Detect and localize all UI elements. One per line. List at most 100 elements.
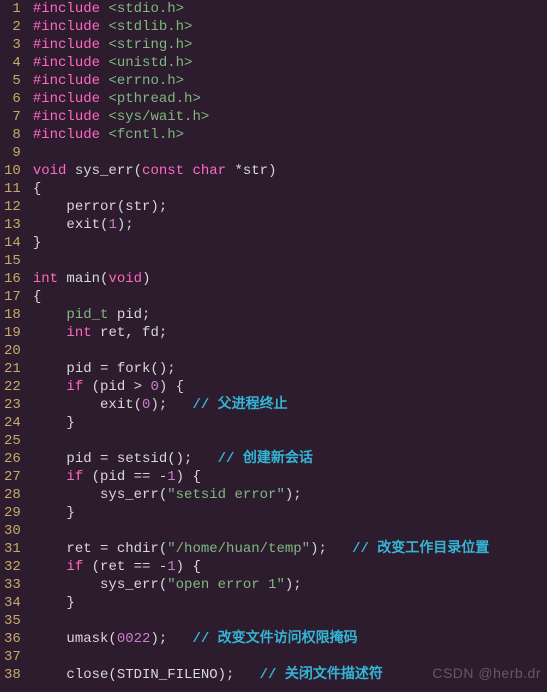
token: close(STDIN_FILENO);	[33, 667, 260, 683]
code-area[interactable]: #include <stdio.h>#include <stdlib.h>#in…	[27, 0, 547, 692]
token: sys_err(	[33, 577, 167, 593]
token: "setsid error"	[167, 487, 285, 503]
line-number: 32	[4, 558, 21, 576]
token: );	[117, 217, 134, 233]
token: (pid == -	[83, 469, 167, 485]
token: "/home/huan/temp"	[167, 541, 310, 557]
line-number: 4	[4, 54, 21, 72]
token: exit(	[33, 397, 142, 413]
token: // 改变工作目录位置	[352, 541, 489, 557]
token: <pthread.h>	[108, 91, 200, 107]
code-line[interactable]: if (pid > 0) {	[33, 378, 541, 396]
line-number: 2	[4, 18, 21, 36]
code-line[interactable]: pid = fork();	[33, 360, 541, 378]
line-number: 29	[4, 504, 21, 522]
token: pid = fork();	[33, 361, 176, 377]
line-number: 20	[4, 342, 21, 360]
line-number: 3	[4, 36, 21, 54]
code-line[interactable]: #include <errno.h>	[33, 72, 541, 90]
code-line[interactable]	[33, 144, 541, 162]
line-number: 5	[4, 72, 21, 90]
code-line[interactable]: perror(str);	[33, 198, 541, 216]
code-line[interactable]: exit(0); // 父进程终止	[33, 396, 541, 414]
code-line[interactable]: #include <sys/wait.h>	[33, 108, 541, 126]
code-line[interactable]: }	[33, 594, 541, 612]
token: )	[142, 271, 150, 287]
code-line[interactable]: #include <string.h>	[33, 36, 541, 54]
line-number: 34	[4, 594, 21, 612]
token: <errno.h>	[108, 73, 184, 89]
line-number: 21	[4, 360, 21, 378]
code-line[interactable]	[33, 432, 541, 450]
token: }	[33, 235, 41, 251]
token: #include	[33, 73, 109, 89]
token: 0	[150, 379, 158, 395]
token: *str)	[226, 163, 276, 179]
code-line[interactable]: #include <fcntl.h>	[33, 126, 541, 144]
token: <sys/wait.h>	[108, 109, 209, 125]
token: pid_t	[66, 307, 108, 323]
line-number: 12	[4, 198, 21, 216]
code-line[interactable]: #include <stdlib.h>	[33, 18, 541, 36]
code-line[interactable]: }	[33, 414, 541, 432]
code-line[interactable]: sys_err("open error 1");	[33, 576, 541, 594]
token: 1	[167, 469, 175, 485]
token: );	[150, 631, 192, 647]
code-editor[interactable]: 1234567891011121314151617181920212223242…	[0, 0, 547, 692]
code-line[interactable]	[33, 648, 541, 666]
code-line[interactable]: if (ret == -1) {	[33, 558, 541, 576]
code-line[interactable]: pid = setsid(); // 创建新会话	[33, 450, 541, 468]
line-number-gutter: 1234567891011121314151617181920212223242…	[0, 0, 27, 692]
code-line[interactable]: ret = chdir("/home/huan/temp"); // 改变工作目…	[33, 540, 541, 558]
code-line[interactable]: {	[33, 288, 541, 306]
code-line[interactable]: umask(0022); // 改变文件访问权限掩码	[33, 630, 541, 648]
code-line[interactable]	[33, 342, 541, 360]
token: {	[33, 289, 41, 305]
code-line[interactable]	[33, 612, 541, 630]
code-line[interactable]: #include <stdio.h>	[33, 0, 541, 18]
line-number: 7	[4, 108, 21, 126]
token: ) {	[176, 559, 201, 575]
token: main(	[58, 271, 108, 287]
code-line[interactable]: sys_err("setsid error");	[33, 486, 541, 504]
token: int	[66, 325, 91, 341]
token	[33, 379, 67, 395]
code-line[interactable]: }	[33, 234, 541, 252]
token: if	[66, 559, 83, 575]
line-number: 15	[4, 252, 21, 270]
token: 1	[167, 559, 175, 575]
line-number: 30	[4, 522, 21, 540]
token: ) {	[176, 469, 201, 485]
code-line[interactable]: void sys_err(const char *str)	[33, 162, 541, 180]
token: sys_err(	[33, 487, 167, 503]
code-line[interactable]	[33, 522, 541, 540]
code-line[interactable]: if (pid == -1) {	[33, 468, 541, 486]
code-line[interactable]: pid_t pid;	[33, 306, 541, 324]
code-line[interactable]: int main(void)	[33, 270, 541, 288]
line-number: 25	[4, 432, 21, 450]
line-number: 9	[4, 144, 21, 162]
code-line[interactable]: #include <pthread.h>	[33, 90, 541, 108]
code-line[interactable]	[33, 252, 541, 270]
token: {	[33, 181, 41, 197]
token	[33, 325, 67, 341]
token: );	[285, 577, 302, 593]
token: void	[33, 163, 67, 179]
line-number: 18	[4, 306, 21, 324]
code-line[interactable]: exit(1);	[33, 216, 541, 234]
line-number: 31	[4, 540, 21, 558]
line-number: 1	[4, 0, 21, 18]
line-number: 13	[4, 216, 21, 234]
code-line[interactable]: {	[33, 180, 541, 198]
token: ) {	[159, 379, 184, 395]
code-line[interactable]: #include <unistd.h>	[33, 54, 541, 72]
code-line[interactable]: }	[33, 504, 541, 522]
code-line[interactable]: int ret, fd;	[33, 324, 541, 342]
token: }	[33, 415, 75, 431]
line-number: 11	[4, 180, 21, 198]
code-line[interactable]: close(STDIN_FILENO); // 关闭文件描述符	[33, 666, 541, 684]
token: int	[33, 271, 58, 287]
token: <stdlib.h>	[108, 19, 192, 35]
token: );	[310, 541, 352, 557]
token: #include	[33, 109, 109, 125]
